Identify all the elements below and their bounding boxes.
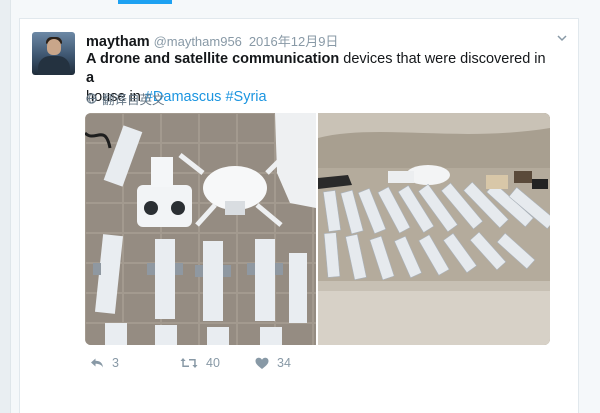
- tweet-text-part-2: devices that were discovered in: [339, 51, 546, 67]
- page-left-edge: [0, 0, 11, 413]
- avatar[interactable]: [32, 32, 75, 75]
- photo-device-rows[interactable]: [318, 113, 550, 345]
- tweet-timestamp[interactable]: 2016年12月9日: [249, 34, 339, 49]
- hashtag-syria[interactable]: #Syria: [225, 89, 266, 105]
- like-action[interactable]: 34: [255, 356, 291, 370]
- translate-link[interactable]: 翻译自英文: [86, 89, 165, 108]
- tweet-media[interactable]: [85, 113, 550, 345]
- reply-icon: [91, 358, 103, 367]
- retweet-count: 40: [206, 356, 220, 370]
- tweet-text-bold-2: a: [86, 70, 95, 86]
- tweet-actions: 3 40 34: [86, 356, 386, 376]
- chevron-down-icon[interactable]: [556, 31, 568, 43]
- active-tab-indicator: [118, 0, 172, 4]
- translate-label: 翻译自英文: [102, 93, 165, 107]
- author-handle[interactable]: @maytham956: [154, 34, 242, 49]
- photo-drone-devices[interactable]: [85, 113, 316, 345]
- globe-icon: [86, 93, 97, 104]
- tweet-text-bold-1: A drone and satellite communication: [86, 51, 340, 67]
- author-name[interactable]: maytham: [86, 34, 150, 50]
- heart-icon: [255, 357, 269, 369]
- retweet-icon: [180, 358, 198, 368]
- tweet-header: maytham @maytham956 2016年12月9日: [86, 31, 338, 50]
- tweet-card[interactable]: maytham @maytham956 2016年12月9日 A drone a…: [19, 18, 579, 413]
- reply-count: 3: [112, 356, 119, 370]
- reply-action[interactable]: 3: [90, 356, 119, 370]
- like-count: 34: [277, 356, 291, 370]
- retweet-action[interactable]: 40: [180, 356, 220, 370]
